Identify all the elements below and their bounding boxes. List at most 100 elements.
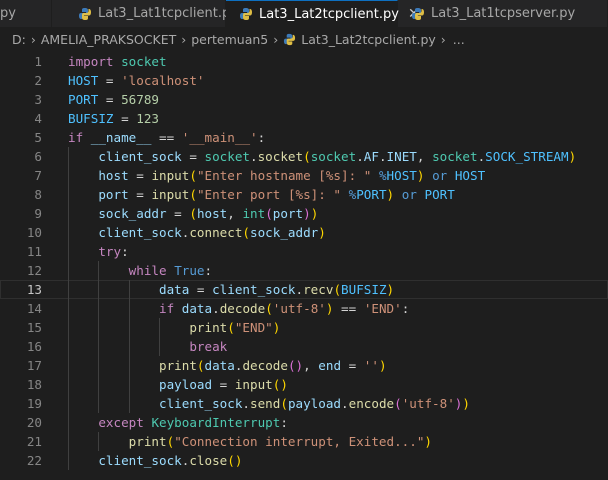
code-token: "Enter port [%s]: " — [196, 187, 342, 202]
code-line[interactable]: 12 while True: — [0, 261, 608, 280]
code-token: sock_addr — [250, 225, 319, 240]
code-text: sock_addr = (host, int(port)) — [68, 204, 318, 223]
code-token: send — [250, 396, 281, 411]
code-line[interactable]: 10 client_sock.connect(sock_addr) — [0, 223, 608, 242]
code-token: while — [128, 263, 167, 278]
breadcrumb-folder[interactable]: AMELIA_PRAKSOCKET — [41, 32, 176, 47]
code-line[interactable]: 6 client_sock = socket.socket(socket.AF.… — [0, 147, 608, 166]
code-text: host = input("Enter hostname [%s]: " %HO… — [68, 166, 485, 185]
code-token: data — [181, 301, 213, 316]
code-token: port — [272, 206, 304, 221]
line-number: 5 — [34, 130, 42, 145]
python-file-icon — [240, 8, 252, 20]
code-token: 'localhost' — [121, 73, 205, 88]
breadcrumb-file[interactable]: Lat3_Lat2tcpclient.py — [301, 32, 436, 47]
code-token: payload — [287, 396, 342, 411]
code-token: . — [378, 149, 387, 164]
code-token: () — [227, 453, 243, 468]
code-token: . — [341, 396, 349, 411]
code-token: decode — [219, 301, 266, 316]
code-token: () — [272, 377, 288, 392]
code-editor[interactable]: 1 import socket 2 HOST = 'localhost' 3 PORT =… — [0, 51, 608, 480]
code-text: if __name__ == '__main__': — [68, 128, 265, 147]
line-number: 11 — [26, 244, 42, 259]
code-line[interactable]: 20 except KeyboardInterrupt: — [0, 413, 608, 432]
code-token: : — [257, 130, 266, 145]
code-line[interactable]: 17 print(data.decode(), end = '') — [0, 356, 608, 375]
code-line[interactable]: 4 BUFSIZ = 123 — [0, 109, 608, 128]
code-line[interactable]: 5 if __name__ == '__main__': — [0, 128, 608, 147]
code-token: ) — [378, 358, 387, 373]
code-token: HOST — [454, 168, 486, 183]
code-token: . — [250, 149, 258, 164]
code-token: = — [113, 111, 137, 126]
code-token: == — [333, 301, 364, 316]
code-token: "Enter hostname [%s]: " — [196, 168, 372, 183]
code-token: . — [242, 396, 250, 411]
code-line[interactable]: 18 payload = input() — [0, 375, 608, 394]
tab-lat3-lat2tcpclient[interactable]: Lat3_Lat2tcpclient.py ✕ — [226, 0, 420, 27]
code-token: host — [196, 206, 228, 221]
code-token: client_sock — [98, 149, 182, 164]
code-line[interactable]: 19 client_sock.send(payload.encode('utf-… — [0, 394, 608, 413]
code-token: PORT — [424, 187, 455, 202]
code-token: ) — [424, 434, 432, 449]
breadcrumb-ellipsis[interactable]: ... — [453, 32, 465, 47]
code-text: except KeyboardInterrupt: — [68, 413, 288, 432]
indent-guide — [98, 432, 99, 451]
line-number: 4 — [34, 111, 42, 126]
code-token: : — [401, 301, 410, 316]
code-token: try — [98, 244, 122, 259]
code-line[interactable]: 16 break — [0, 337, 608, 356]
line-number: 13 — [26, 282, 42, 297]
code-line[interactable]: 8 port = input("Enter port [%s]: " %PORT… — [0, 185, 608, 204]
code-line[interactable]: 7 host = input("Enter hostname [%s]: " %… — [0, 166, 608, 185]
breadcrumb-folder[interactable]: pertemuan5 — [191, 32, 268, 47]
code-token: = — [341, 358, 364, 373]
tab-lat3-lat1tcpclient[interactable]: Lat3_Lat1tcpclient.py — [52, 0, 238, 27]
code-line[interactable]: 1 import socket — [0, 52, 608, 71]
code-token: ( — [196, 358, 205, 373]
code-line[interactable]: 22 client_sock.close() — [0, 451, 608, 470]
code-line[interactable]: 15 print("END") — [0, 318, 608, 337]
code-token: port — [98, 187, 129, 202]
code-text: BUFSIZ = 123 — [68, 109, 159, 128]
breadcrumb-drive[interactable]: D: — [12, 32, 26, 47]
tab-lat3-lat1tcpserver[interactable]: Lat3_Lat1tcpserver.py — [398, 0, 608, 27]
code-line[interactable]: 21 print("Connection interrupt, Exited..… — [0, 432, 608, 451]
chevron-right-icon: › — [440, 31, 446, 47]
tab-partial[interactable]: py — [0, 0, 52, 27]
code-line[interactable]: 14 if data.decode('utf-8') == 'END': — [0, 299, 608, 318]
code-token: ) — [310, 206, 319, 221]
code-line[interactable]: 13 data = client_sock.recv(BUFSIZ) — [0, 280, 608, 299]
code-line[interactable]: 9 sock_addr = (host, int(port)) — [0, 204, 608, 223]
code-token: recv — [303, 282, 334, 297]
code-token: . — [212, 301, 220, 316]
indent-guide — [159, 318, 160, 356]
code-token: BUFSIZ — [341, 282, 387, 297]
code-token: or — [401, 187, 417, 202]
code-text: PORT = 56789 — [68, 90, 159, 109]
code-token: = — [212, 377, 235, 392]
code-token: break — [189, 339, 228, 354]
code-token: '' — [363, 358, 379, 373]
chevron-right-icon: › — [273, 31, 279, 47]
code-token: : — [280, 415, 288, 430]
code-token: sock_addr — [98, 206, 167, 221]
code-line[interactable]: 11 try: — [0, 242, 608, 261]
code-text: payload = input() — [68, 375, 288, 394]
code-line[interactable]: 2 HOST = 'localhost' — [0, 71, 608, 90]
code-line[interactable]: 3 PORT = 56789 — [0, 90, 608, 109]
code-token: = — [128, 187, 152, 202]
line-number: 14 — [26, 301, 42, 316]
python-file-icon — [79, 7, 91, 20]
line-number: 17 — [26, 358, 42, 373]
